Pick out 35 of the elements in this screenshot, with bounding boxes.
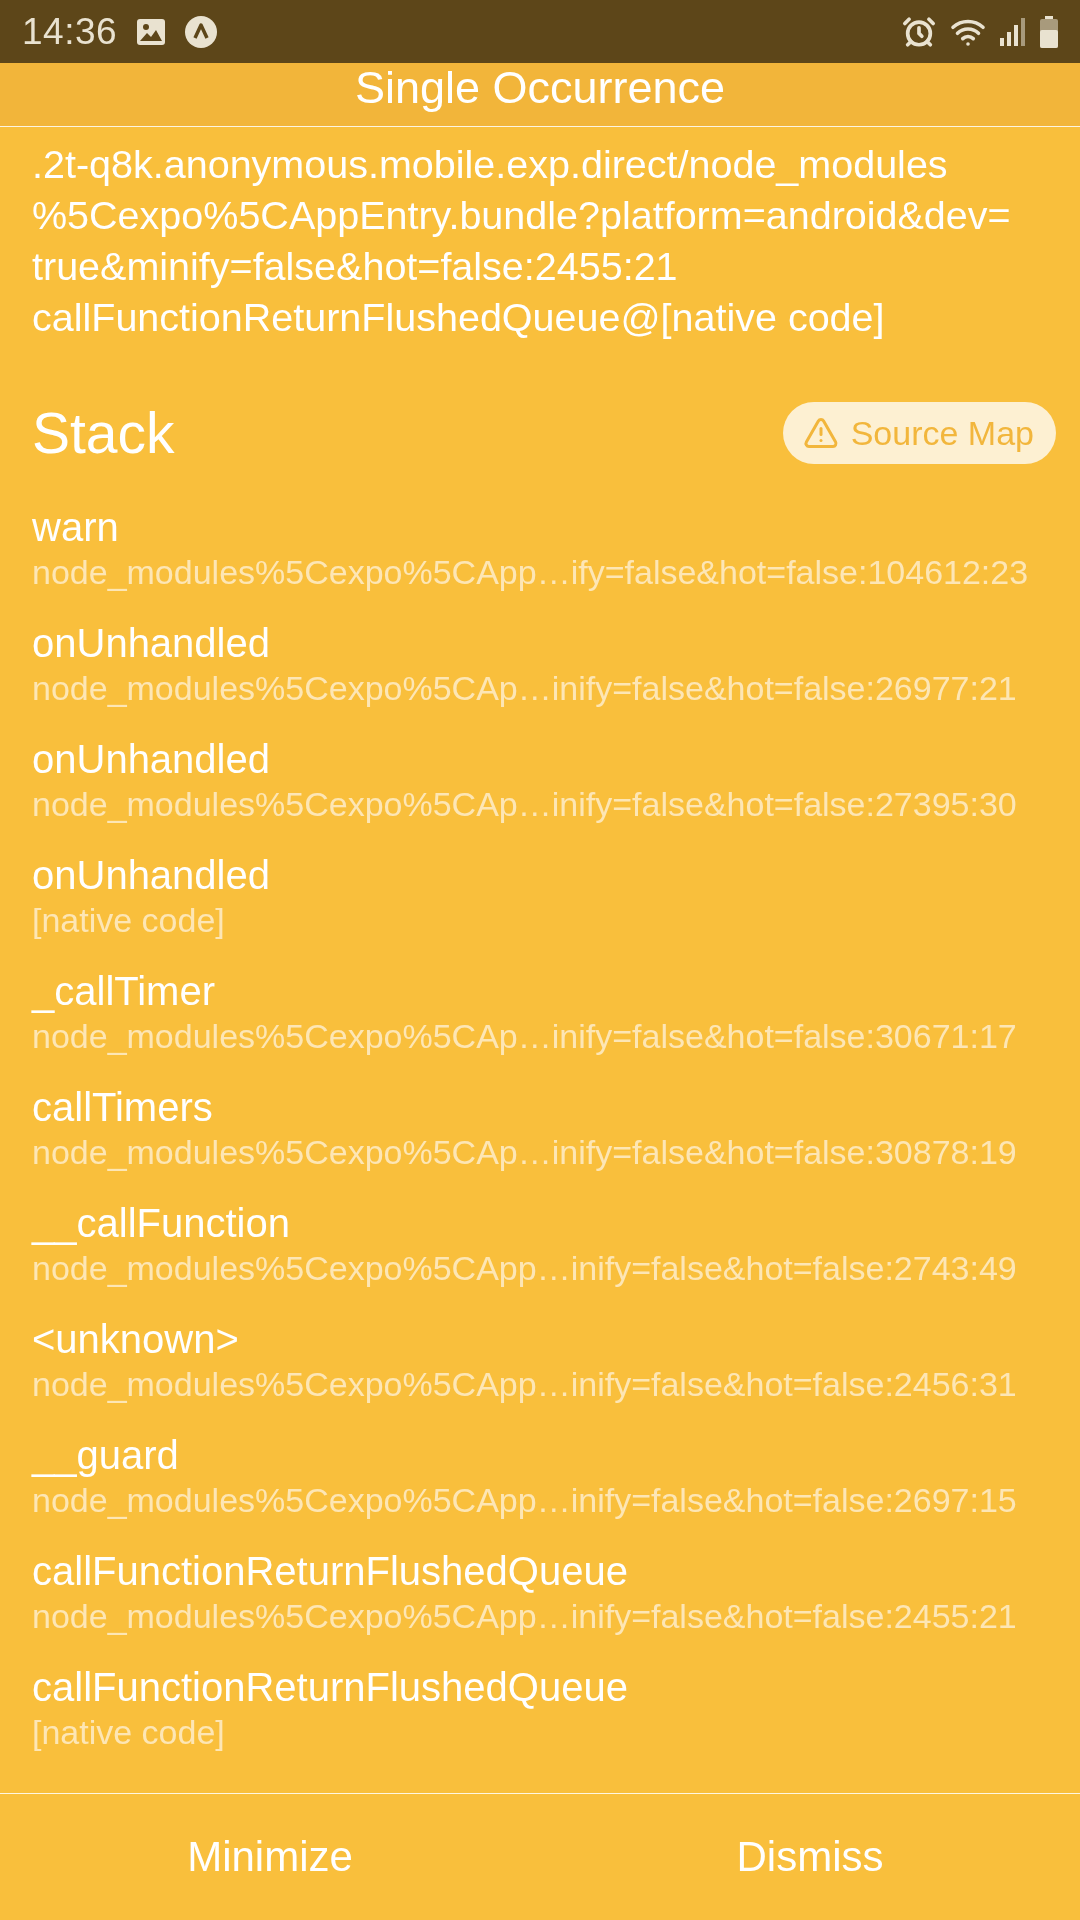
stack-frame-location: [native code]	[32, 900, 225, 941]
stack-frame-location: node_modules%5Cexpo%5CAp…inify=false&hot=false:26977:21	[32, 668, 1017, 709]
stack-frame-location: node_modules%5Cexpo%5CApp…inify=false&hot=false:2456:31	[32, 1364, 1017, 1405]
stack-frame-method: callTimers	[32, 1084, 213, 1130]
stack-frame-location: node_modules%5Cexpo%5CApp…ify=false&hot=false:104612:23	[32, 552, 1029, 593]
stack-frame-method: onUnhandled	[32, 736, 270, 782]
image-icon	[137, 18, 166, 45]
stack-frame-location: node_modules%5Cexpo%5CApp…inify=false&hot=false:2455:21	[32, 1596, 1017, 1637]
stack-frame-location: node_modules%5Cexpo%5CApp…inify=false&hot=false:2697:15	[32, 1480, 1017, 1521]
footer-button[interactable]: Dismiss	[724, 1825, 896, 1889]
stack-frame-location: node_modules%5Cexpo%5CAp…inify=false&hot=false:30671:17	[32, 1016, 1017, 1057]
alarm-icon	[902, 14, 936, 49]
stack-frame-method: callFunctionReturnFlushedQueue	[32, 1548, 628, 1594]
warning-icon	[802, 415, 839, 451]
signal-icon	[1000, 17, 1026, 46]
error-message-text: .2t-q8k.anonymous.mobile.exp.direct/node_modules %5Cexpo%5CAppEntry.bundle?platform=android&dev= true&minify=false&hot=false:2455:21 callFunctionReturnFlushedQueue@[native code]	[31, 141, 1012, 341]
stack-frame-method: _callTimer	[32, 968, 215, 1014]
stack-frame-method: warn	[32, 504, 119, 550]
stack-heading: Stack	[32, 400, 175, 466]
stack-frame-location: node_modules%5Cexpo%5CAp…inify=false&hot=false:30878:19	[32, 1132, 1017, 1173]
stack-frame-location: node_modules%5Cexpo%5CAp…inify=false&hot=false:27395:30	[32, 784, 1017, 825]
dialog-title: Single Occurrence	[354, 63, 726, 113]
stack-frame-method: <unknown>	[32, 1316, 239, 1362]
battery-icon	[1040, 15, 1058, 48]
caret-circle-icon	[185, 15, 218, 48]
stack-frame-method: callFunctionReturnFlushedQueue	[32, 1664, 628, 1710]
stack-frame-method: __guard	[32, 1432, 179, 1478]
status-time: 14:36	[22, 10, 118, 53]
stack-frame-location: [native code]	[32, 1712, 225, 1753]
stack-frame-method: onUnhandled	[32, 852, 270, 898]
source-map-button[interactable]: Source Map	[782, 402, 1056, 464]
stack-frame-location: node_modules%5Cexpo%5CApp…inify=false&hot=false:2743:49	[32, 1248, 1017, 1289]
footer-button[interactable]: Minimize	[175, 1825, 365, 1889]
stack-frame-method: onUnhandled	[32, 620, 270, 666]
stack-frame-method: __callFunction	[32, 1200, 290, 1246]
